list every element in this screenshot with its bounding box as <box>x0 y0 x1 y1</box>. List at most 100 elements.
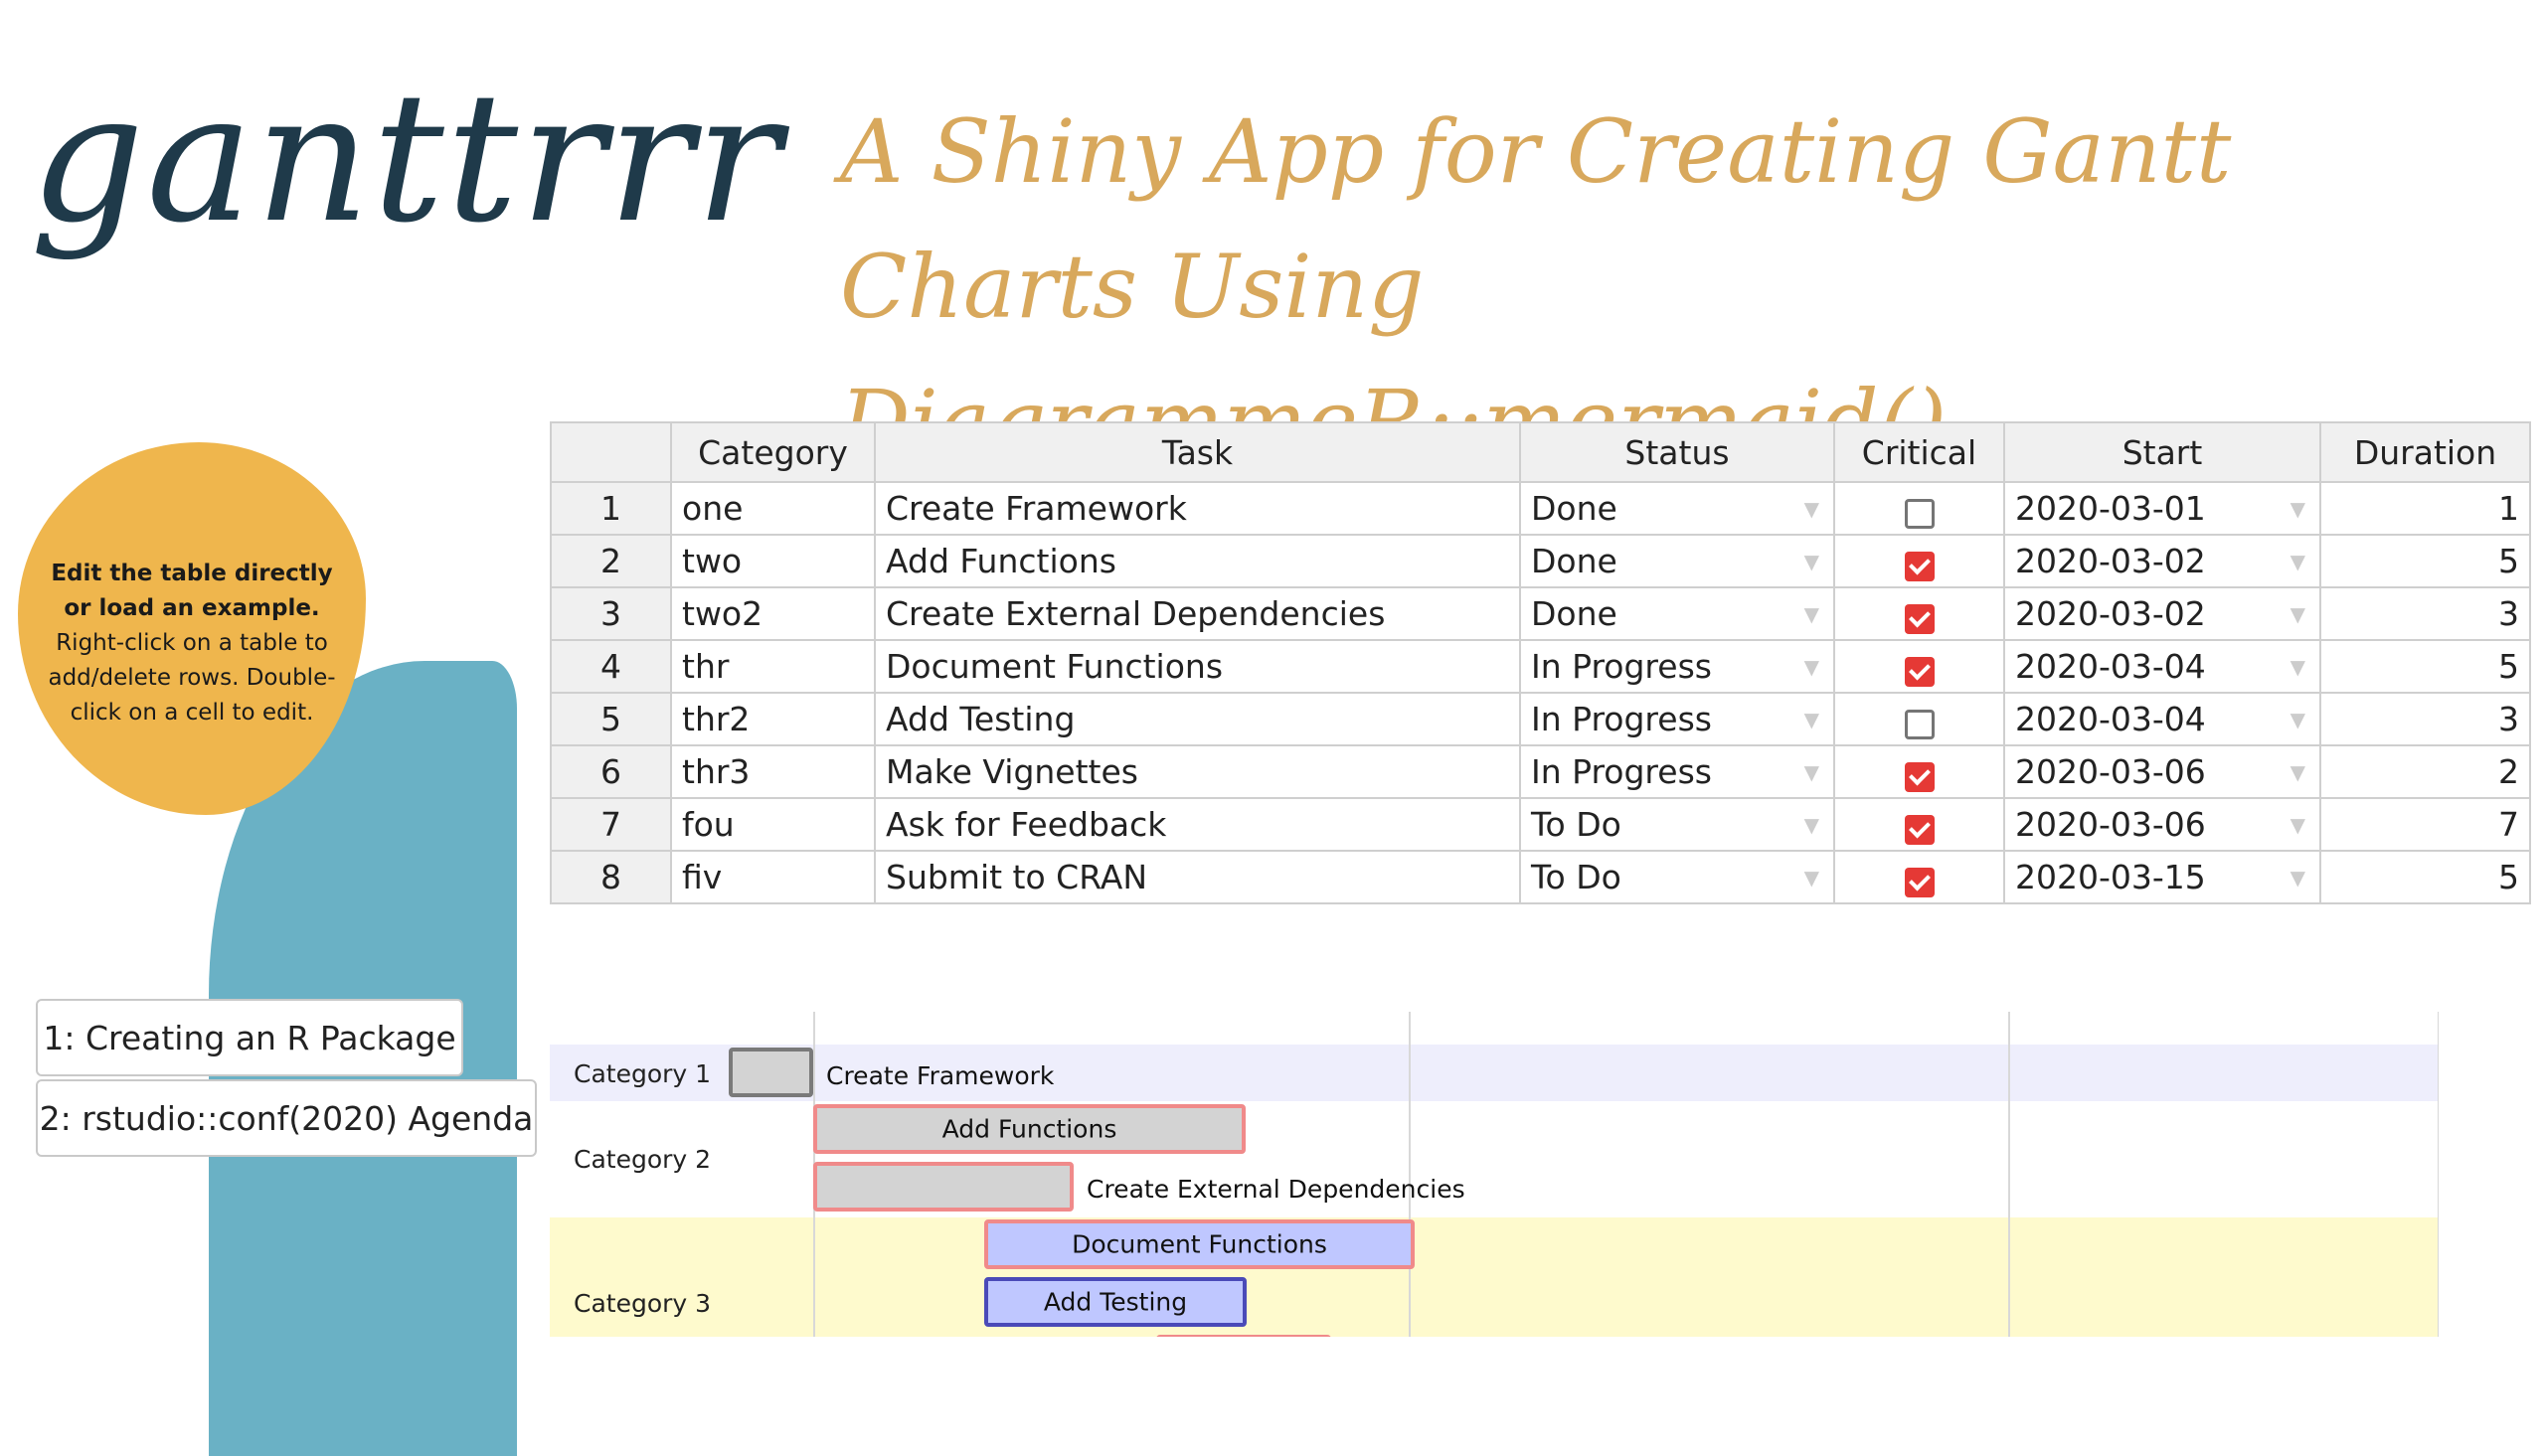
start-date-cell[interactable]: 2020-03-02 ▼ <box>2003 534 2321 588</box>
start-date-cell[interactable]: 2020-03-06 ▼ <box>2003 797 2321 852</box>
row-number-cell[interactable]: 4 <box>550 639 672 694</box>
row-number-cell[interactable]: 1 <box>550 481 672 536</box>
gantt-bar-create-framework[interactable] <box>729 1048 813 1097</box>
dropdown-arrow-icon[interactable]: ▼ <box>2290 760 2305 784</box>
dropdown-arrow-icon[interactable]: ▼ <box>1804 497 1819 521</box>
status-dropdown-cell[interactable]: In Progress ▼ <box>1519 639 1835 694</box>
critical-cell[interactable] <box>1833 534 2005 588</box>
critical-cell[interactable] <box>1833 797 2005 852</box>
row-number-cell[interactable]: 7 <box>550 797 672 852</box>
status-dropdown-cell[interactable]: Done ▼ <box>1519 481 1835 536</box>
category-cell[interactable]: fou <box>670 797 876 852</box>
example-button-rstudio-conf[interactable]: 2: rstudio::conf(2020) Agenda <box>36 1079 537 1157</box>
dropdown-arrow-icon[interactable]: ▼ <box>2290 655 2305 679</box>
row-number-cell[interactable]: 5 <box>550 692 672 746</box>
row-number-cell[interactable]: 2 <box>550 534 672 588</box>
status-dropdown-cell[interactable]: In Progress ▼ <box>1519 744 1835 799</box>
category-cell[interactable]: one <box>670 481 876 536</box>
start-date-cell[interactable]: 2020-03-02 ▼ <box>2003 586 2321 641</box>
critical-checkbox[interactable] <box>1904 603 1935 634</box>
duration-cell[interactable]: 3 <box>2319 692 2531 746</box>
critical-checkbox[interactable] <box>1904 656 1935 687</box>
start-date-cell[interactable]: 2020-03-04 ▼ <box>2003 639 2321 694</box>
dropdown-arrow-icon[interactable]: ▼ <box>1804 655 1819 679</box>
table-row[interactable]: 7 fou Ask for Feedback To Do ▼ 2020-03-06 ▼ 7 <box>550 797 2531 852</box>
critical-cell[interactable] <box>1833 692 2005 746</box>
duration-cell[interactable]: 5 <box>2319 850 2531 904</box>
dropdown-arrow-icon[interactable]: ▼ <box>1804 813 1819 837</box>
category-cell[interactable]: two2 <box>670 586 876 641</box>
table-row[interactable]: 3 two2 Create External Dependencies Done ▼ 20… <box>550 586 2531 641</box>
duration-cell[interactable]: 5 <box>2319 534 2531 588</box>
dropdown-arrow-icon[interactable]: ▼ <box>2290 708 2305 731</box>
task-cell[interactable]: Create External Dependencies <box>874 586 1521 641</box>
duration-cell[interactable]: 5 <box>2319 639 2531 694</box>
critical-checkbox[interactable] <box>1904 709 1935 739</box>
critical-cell[interactable] <box>1833 850 2005 904</box>
gantt-bar-add-testing[interactable]: Add Testing <box>984 1277 1247 1327</box>
task-cell[interactable]: Submit to CRAN <box>874 850 1521 904</box>
example-button-r-package[interactable]: 1: Creating an R Package <box>36 999 463 1076</box>
dropdown-arrow-icon[interactable]: ▼ <box>1804 550 1819 573</box>
category-cell[interactable]: two <box>670 534 876 588</box>
row-number-cell[interactable]: 6 <box>550 744 672 799</box>
col-header-critical[interactable]: Critical <box>1833 421 2005 483</box>
critical-checkbox[interactable] <box>1904 551 1935 581</box>
row-number-cell[interactable]: 8 <box>550 850 672 904</box>
critical-checkbox[interactable] <box>1904 867 1935 897</box>
task-cell[interactable]: Make Vignettes <box>874 744 1521 799</box>
start-date-cell[interactable]: 2020-03-15 ▼ <box>2003 850 2321 904</box>
dropdown-arrow-icon[interactable]: ▼ <box>1804 866 1819 890</box>
critical-checkbox[interactable] <box>1904 761 1935 792</box>
critical-cell[interactable] <box>1833 481 2005 536</box>
category-cell[interactable]: fiv <box>670 850 876 904</box>
gantt-bar-add-functions[interactable]: Add Functions <box>813 1104 1246 1154</box>
dropdown-arrow-icon[interactable]: ▼ <box>2290 602 2305 626</box>
col-header-category[interactable]: Category <box>670 421 876 483</box>
critical-cell[interactable] <box>1833 586 2005 641</box>
task-cell[interactable]: Create Framework <box>874 481 1521 536</box>
row-number-cell[interactable]: 3 <box>550 586 672 641</box>
category-cell[interactable]: thr3 <box>670 744 876 799</box>
task-cell[interactable]: Ask for Feedback <box>874 797 1521 852</box>
task-cell[interactable]: Add Testing <box>874 692 1521 746</box>
dropdown-arrow-icon[interactable]: ▼ <box>1804 602 1819 626</box>
duration-cell[interactable]: 1 <box>2319 481 2531 536</box>
status-dropdown-cell[interactable]: In Progress ▼ <box>1519 692 1835 746</box>
dropdown-arrow-icon[interactable]: ▼ <box>1804 760 1819 784</box>
table-row[interactable]: 6 thr3 Make Vignettes In Progress ▼ 2020-03-0… <box>550 744 2531 799</box>
critical-checkbox[interactable] <box>1904 814 1935 845</box>
critical-cell[interactable] <box>1833 639 2005 694</box>
table-row[interactable]: 4 thr Document Functions In Progress ▼ 2020-0… <box>550 639 2531 694</box>
gantt-bar-document-functions[interactable]: Document Functions <box>984 1219 1415 1269</box>
col-header-start[interactable]: Start <box>2003 421 2321 483</box>
col-header-duration[interactable]: Duration <box>2319 421 2531 483</box>
start-date-cell[interactable]: 2020-03-01 ▼ <box>2003 481 2321 536</box>
duration-cell[interactable]: 7 <box>2319 797 2531 852</box>
table-row[interactable]: 8 fiv Submit to CRAN To Do ▼ 2020-03-15 ▼ 5 <box>550 850 2531 904</box>
status-dropdown-cell[interactable]: Done ▼ <box>1519 534 1835 588</box>
category-cell[interactable]: thr2 <box>670 692 876 746</box>
dropdown-arrow-icon[interactable]: ▼ <box>2290 497 2305 521</box>
dropdown-arrow-icon[interactable]: ▼ <box>1804 708 1819 731</box>
col-header-status[interactable]: Status <box>1519 421 1835 483</box>
dropdown-arrow-icon[interactable]: ▼ <box>2290 866 2305 890</box>
status-dropdown-cell[interactable]: To Do ▼ <box>1519 797 1835 852</box>
duration-cell[interactable]: 2 <box>2319 744 2531 799</box>
table-row[interactable]: 5 thr2 Add Testing In Progress ▼ 2020-03-04 ▼ 3 <box>550 692 2531 746</box>
col-header-task[interactable]: Task <box>874 421 1521 483</box>
table-row[interactable]: 2 two Add Functions Done ▼ 2020-03-02 ▼ 5 <box>550 534 2531 588</box>
table-row[interactable]: 1 one Create Framework Done ▼ 2020-03-01 ▼ 1 <box>550 481 2531 536</box>
gantt-bar-create-external-dependencies[interactable] <box>813 1162 1074 1212</box>
start-date-cell[interactable]: 2020-03-06 ▼ <box>2003 744 2321 799</box>
start-date-cell[interactable]: 2020-03-04 ▼ <box>2003 692 2321 746</box>
category-cell[interactable]: thr <box>670 639 876 694</box>
duration-cell[interactable]: 3 <box>2319 586 2531 641</box>
critical-checkbox[interactable] <box>1904 498 1935 529</box>
status-dropdown-cell[interactable]: Done ▼ <box>1519 586 1835 641</box>
task-cell[interactable]: Document Functions <box>874 639 1521 694</box>
dropdown-arrow-icon[interactable]: ▼ <box>2290 550 2305 573</box>
dropdown-arrow-icon[interactable]: ▼ <box>2290 813 2305 837</box>
task-cell[interactable]: Add Functions <box>874 534 1521 588</box>
critical-cell[interactable] <box>1833 744 2005 799</box>
